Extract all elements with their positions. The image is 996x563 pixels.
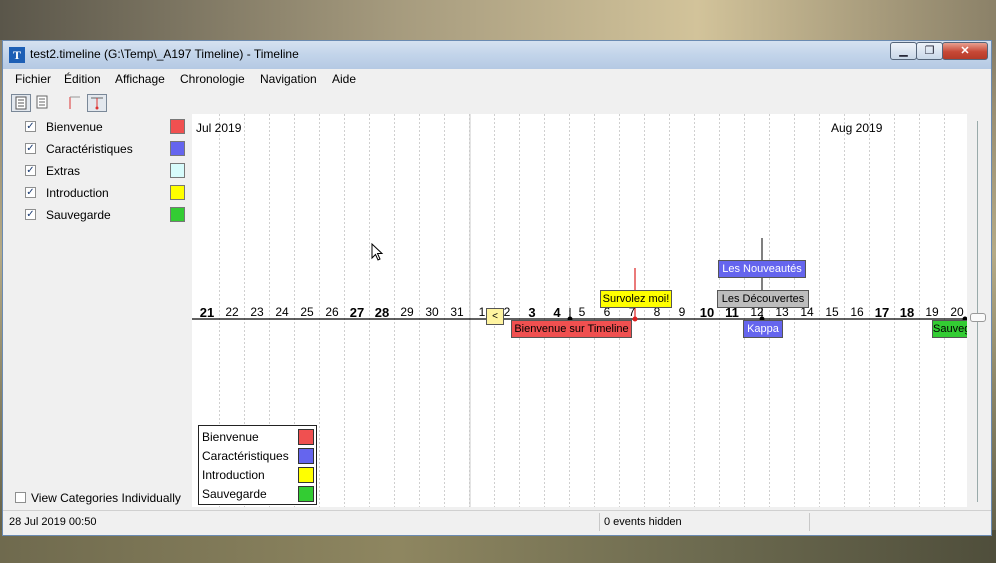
vertical-scrollbar[interactable]: [967, 114, 988, 507]
day-tick-label: 30: [425, 305, 439, 319]
legend-label: Introduction: [202, 468, 265, 482]
menu-aide[interactable]: Aide: [332, 72, 356, 86]
category-legend: Bienvenue Caractéristiques Introduction …: [198, 425, 317, 505]
event-survolez-moi[interactable]: Survolez moi!: [600, 290, 672, 308]
toolbar: [7, 91, 988, 113]
legend-swatch: [298, 467, 314, 483]
category-item[interactable]: ✓ Caractéristiques: [25, 141, 190, 158]
day-tick-label: 4: [553, 305, 561, 320]
day-tick-label: 31: [450, 305, 464, 319]
legend-swatch: [298, 486, 314, 502]
day-tick-label: 29: [400, 305, 414, 319]
status-bar: 28 Jul 2019 00:50 0 events hidden: [3, 510, 991, 533]
category-sidebar: ✓ Bienvenue ✓ Caractéristiques ✓ Extras …: [7, 114, 191, 507]
day-tick-label: 24: [275, 305, 289, 319]
menu-fichier[interactable]: Fichier: [15, 72, 51, 86]
desktop-background-top: [0, 0, 996, 40]
category-label: Introduction: [46, 186, 109, 200]
category-label: Caractéristiques: [46, 142, 133, 156]
legend-item: Introduction: [202, 466, 315, 484]
day-tick-label: 15: [825, 305, 839, 319]
day-tick-label: 21: [199, 305, 215, 320]
legend-label: Sauvegarde: [202, 487, 267, 501]
view-individually-checkbox[interactable]: [15, 492, 26, 503]
menu-edition[interactable]: Édition: [64, 72, 101, 86]
legend-item: Sauvegarde: [202, 485, 315, 503]
category-color-swatch[interactable]: [170, 119, 185, 134]
category-item[interactable]: ✓ Bienvenue: [25, 119, 190, 136]
event-marker-icon[interactable]: [87, 94, 107, 112]
legend-label: Bienvenue: [202, 430, 259, 444]
mouse-cursor-icon: [371, 243, 384, 261]
day-tick-label: 26: [325, 305, 339, 319]
day-tick-label: 18: [899, 305, 915, 320]
category-label: Bienvenue: [46, 120, 103, 134]
category-color-swatch[interactable]: [170, 163, 185, 178]
day-tick-label: 27: [349, 305, 365, 320]
status-datetime: 28 Jul 2019 00:50: [9, 516, 97, 528]
scrollbar-track[interactable]: [977, 121, 978, 502]
menu-navigation[interactable]: Navigation: [260, 72, 317, 86]
minimize-button[interactable]: ▁: [890, 42, 917, 60]
event-bienvenue-sur-timeline[interactable]: Bienvenue sur Timeline: [511, 320, 632, 338]
event-kappa[interactable]: Kappa: [743, 320, 783, 338]
category-checkbox[interactable]: ✓: [25, 187, 36, 198]
month-label-jul: Jul 2019: [196, 121, 242, 135]
day-tick-label: 25: [300, 305, 314, 319]
maximize-button[interactable]: ❐: [916, 42, 943, 60]
menu-chronologie[interactable]: Chronologie: [180, 72, 245, 86]
category-checkbox[interactable]: ✓: [25, 165, 36, 176]
view-list-alt-icon[interactable]: [33, 94, 53, 112]
category-color-swatch[interactable]: [170, 141, 185, 156]
category-checkbox[interactable]: ✓: [25, 209, 36, 220]
category-color-swatch[interactable]: [170, 207, 185, 222]
menu-affichage[interactable]: Affichage: [115, 72, 165, 86]
category-label: Extras: [46, 164, 81, 178]
category-checkbox[interactable]: ✓: [25, 143, 36, 154]
day-tick-label: 10: [699, 305, 715, 320]
category-label: Sauvegarde: [46, 208, 111, 222]
day-tick-label: 3: [528, 305, 536, 320]
view-list-icon[interactable]: [11, 94, 31, 112]
event-sauvegarde[interactable]: Sauvegarde: [932, 320, 967, 338]
day-tick-label: 9: [678, 305, 686, 319]
day-tick-label: 20: [950, 305, 964, 319]
legend-swatch: [298, 429, 314, 445]
legend-swatch: [298, 448, 314, 464]
view-individually-label: View Categories Individually: [31, 491, 181, 505]
day-tick-label: 19: [925, 305, 939, 319]
menu-bar: Fichier Édition Affichage Chronologie Na…: [7, 69, 988, 89]
category-item[interactable]: ✓ Extras: [25, 163, 190, 180]
title-bar[interactable]: T test2.timeline (G:\Temp\_A197 Timeline…: [3, 41, 991, 69]
day-tick-label: 22: [225, 305, 239, 319]
day-tick-label: 17: [874, 305, 890, 320]
window-title: test2.timeline (G:\Temp\_A197 Timeline) …: [30, 47, 299, 61]
scrollbar-thumb[interactable]: [970, 313, 986, 322]
day-tick-label: 5: [578, 305, 586, 319]
day-tick-label: 16: [850, 305, 864, 319]
flag-icon[interactable]: [65, 94, 85, 112]
month-label-aug: Aug 2019: [831, 121, 883, 135]
timeline-canvas[interactable]: Jul 2019 Aug 2019 21 22 23 24 25 26 27 28 29 30 31…: [192, 114, 967, 507]
event-les-decouvertes[interactable]: Les Découvertes: [717, 290, 809, 308]
app-window: T test2.timeline (G:\Temp\_A197 Timeline…: [2, 40, 992, 536]
close-button[interactable]: ✕: [942, 42, 988, 60]
category-item[interactable]: ✓ Sauvegarde: [25, 207, 190, 224]
status-separator: [599, 513, 600, 531]
category-color-swatch[interactable]: [170, 185, 185, 200]
day-tick-label: 23: [250, 305, 264, 319]
legend-item: Bienvenue: [202, 428, 315, 446]
navigate-back-button[interactable]: <: [486, 308, 504, 325]
timeline-app-icon[interactable]: T: [9, 47, 25, 63]
status-separator: [809, 513, 810, 531]
status-hidden-events: 0 events hidden: [604, 516, 682, 528]
legend-label: Caractéristiques: [202, 449, 289, 463]
category-item[interactable]: ✓ Introduction: [25, 185, 190, 202]
legend-item: Caractéristiques: [202, 447, 315, 465]
day-tick-label: 28: [374, 305, 390, 320]
category-checkbox[interactable]: ✓: [25, 121, 36, 132]
event-les-nouveautes[interactable]: Les Nouveautés: [718, 260, 806, 278]
